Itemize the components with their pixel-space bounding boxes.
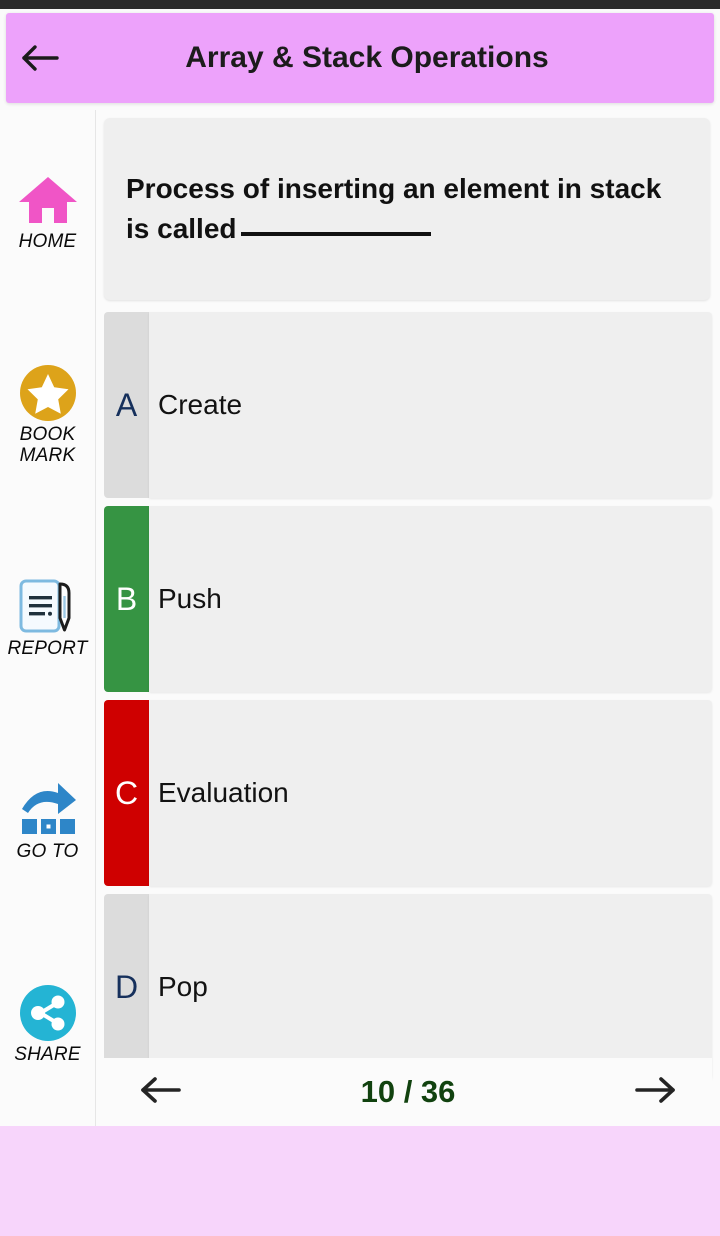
option-c-body[interactable]: Evaluation	[149, 700, 712, 886]
page-title: Array & Stack Operations	[185, 41, 549, 74]
sidebar-item-label-share: SHARE	[14, 1044, 81, 1066]
bottom-ad-banner	[0, 1126, 720, 1236]
home-icon	[17, 170, 79, 230]
sidebar: HOME BOOK MARK REPORT GO TO SHARE	[0, 110, 96, 1126]
question-text: Process of inserting an element in stack…	[126, 169, 688, 249]
option-b[interactable]: B Push	[104, 506, 712, 692]
back-button[interactable]	[6, 13, 76, 103]
option-c-letter: C	[104, 700, 149, 886]
star-bookmark-icon	[19, 363, 77, 423]
question-card: Process of inserting an element in stack…	[104, 118, 710, 300]
sidebar-item-label-bookmark: BOOK MARK	[19, 424, 76, 466]
arrow-left-icon	[138, 1073, 184, 1112]
answer-blank	[240, 232, 431, 236]
page-indicator: 10 / 36	[360, 1074, 456, 1109]
sidebar-item-bookmark[interactable]: BOOK MARK	[0, 313, 95, 516]
previous-question-button[interactable]	[138, 1073, 184, 1112]
option-list: A Create B Push C Evaluation D Pop	[104, 312, 712, 1088]
next-question-button[interactable]	[632, 1073, 678, 1112]
sidebar-item-label-goto: GO TO	[16, 840, 79, 862]
option-b-body[interactable]: Push	[149, 506, 712, 692]
quiz-screen: Array & Stack Operations HOME BOOK MARK	[0, 0, 720, 1236]
option-a-body[interactable]: Create	[149, 312, 712, 498]
document-pen-icon	[16, 577, 80, 637]
share-icon	[19, 983, 77, 1043]
option-d-text: Pop	[158, 971, 208, 1002]
sidebar-item-label-report: REPORT	[7, 637, 88, 659]
quiz-content: Process of inserting an element in stack…	[96, 110, 720, 1126]
sidebar-item-report[interactable]: REPORT	[0, 516, 95, 719]
app-header: Array & Stack Operations	[6, 13, 714, 103]
option-a[interactable]: A Create	[104, 312, 712, 498]
sidebar-item-share[interactable]: SHARE	[0, 923, 95, 1126]
arrow-left-icon	[21, 41, 61, 75]
arrow-right-icon	[632, 1073, 678, 1112]
option-d-body[interactable]: Pop	[149, 894, 712, 1080]
status-bar	[0, 0, 720, 9]
option-d[interactable]: D Pop	[104, 894, 712, 1080]
sidebar-item-home[interactable]: HOME	[0, 110, 95, 313]
pagination-bar: 10 / 36	[104, 1058, 712, 1126]
option-a-text: Create	[158, 389, 243, 420]
option-a-letter: A	[104, 312, 149, 498]
sidebar-item-goto[interactable]: GO TO	[0, 720, 95, 923]
option-d-letter: D	[104, 894, 149, 1080]
option-c[interactable]: C Evaluation	[104, 700, 712, 886]
option-b-text: Push	[158, 583, 222, 614]
option-c-text: Evaluation	[158, 777, 289, 808]
sidebar-item-label-home: HOME	[18, 231, 77, 253]
goto-arrow-icon	[16, 780, 80, 840]
option-b-letter: B	[104, 506, 149, 692]
